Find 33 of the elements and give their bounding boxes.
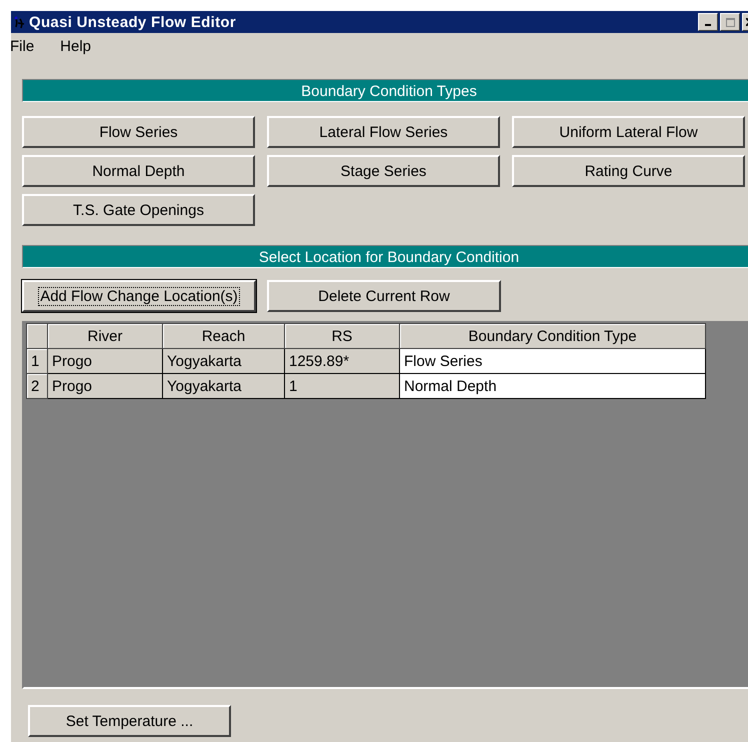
corner-cell	[26, 324, 48, 348]
boundary-type-button[interactable]: Uniform Lateral Flow	[512, 116, 745, 148]
boundary-type-button[interactable]: Lateral Flow Series	[267, 116, 500, 148]
table-cell: Yogyakarta	[162, 348, 284, 374]
boundary-type-button[interactable]: Stage Series	[267, 155, 500, 187]
maximize-button[interactable]	[720, 13, 740, 31]
table-cell: 1	[284, 374, 400, 398]
minimize-button[interactable]	[698, 13, 718, 31]
set-temperature-button[interactable]: Set Temperature ...	[28, 705, 231, 737]
menu-item[interactable]: Help	[52, 38, 102, 54]
column-header: Boundary Condition Type	[400, 324, 706, 348]
table-cell: Progo	[48, 348, 162, 374]
boundary-type-button[interactable]: Flow Series	[22, 116, 255, 148]
column-header: River	[48, 324, 162, 348]
table-cell: 1259.89*	[284, 348, 400, 374]
section-header: Select Location for Boundary Condition	[22, 245, 748, 268]
column-header: RS	[284, 324, 400, 348]
action-button[interactable]: Delete Current Row	[267, 280, 501, 312]
window-title: Quasi Unsteady Flow Editor	[29, 14, 237, 30]
section-header: Boundary Condition Types	[22, 79, 748, 102]
column-header: Reach	[162, 324, 284, 348]
boundary-type-button[interactable]: Normal Depth	[22, 155, 255, 187]
table-cell[interactable]: Normal Depth	[400, 374, 706, 398]
menu-item[interactable]: File	[10, 38, 44, 54]
row-number: 1	[26, 348, 48, 374]
boundary-type-button[interactable]: Rating Curve	[512, 155, 745, 187]
boundary-type-button[interactable]: T.S. Gate Openings	[22, 194, 255, 226]
table-cell: Progo	[48, 374, 162, 398]
row-number: 2	[26, 374, 48, 398]
table-cell[interactable]: Flow Series	[400, 348, 706, 374]
action-button[interactable]: Add Flow Change Location(s)	[22, 280, 256, 312]
maximize-icon	[726, 18, 734, 26]
table-cell: Yogyakarta	[162, 374, 284, 398]
